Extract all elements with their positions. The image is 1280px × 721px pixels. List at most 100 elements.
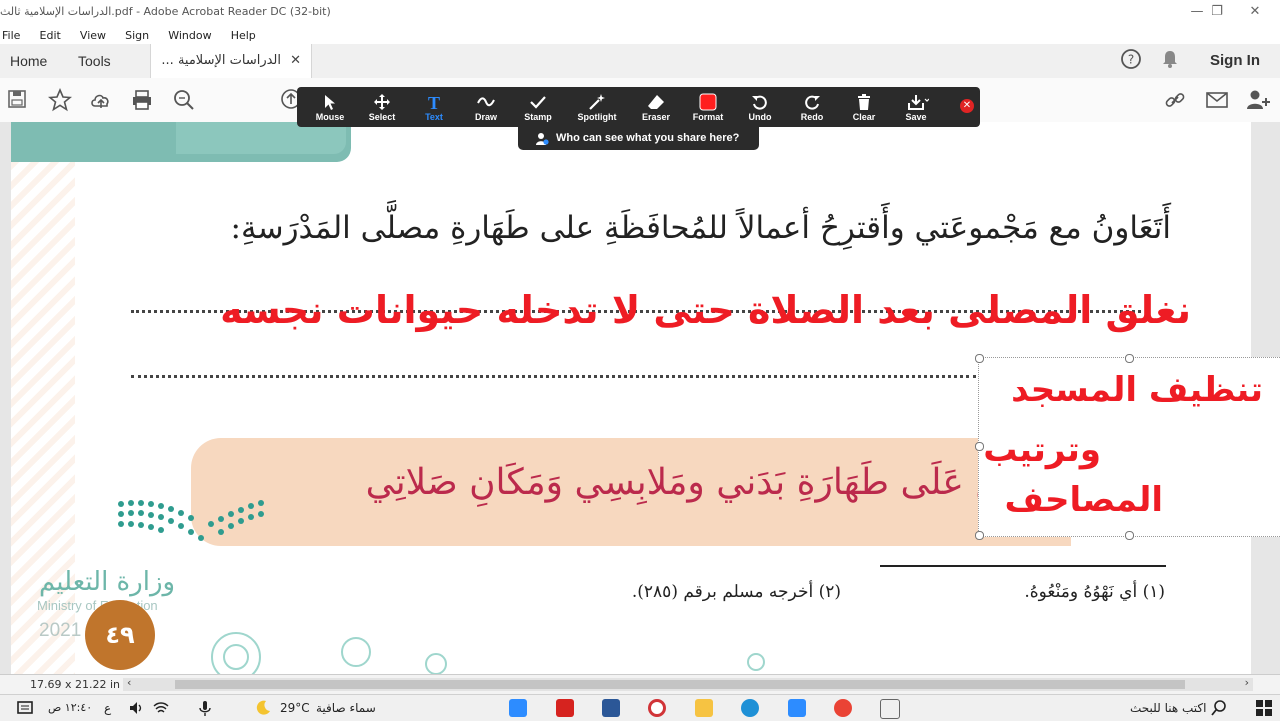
answer-dotted-line-2 — [131, 375, 976, 378]
menu-help[interactable]: Help — [231, 27, 256, 45]
svg-text:?: ? — [1128, 53, 1134, 67]
weather-temperature[interactable]: 29°C — [280, 701, 310, 715]
scroll-left-icon[interactable]: ‹ — [127, 676, 131, 689]
close-annotation-icon[interactable]: ✕ — [960, 99, 974, 113]
textbox-line-2: وترتيب — [983, 430, 1101, 470]
text-tool[interactable]: T Text — [409, 91, 459, 125]
screen-annotation-toolbar: Mouse Select T Text Draw Stamp Spotlight… — [297, 87, 980, 127]
taskbar-search-box[interactable]: اكتب هنا للبحث — [1130, 701, 1206, 715]
clock-time[interactable]: ١٢:٤٠ ص — [48, 701, 92, 714]
people-icon — [536, 133, 549, 145]
scroll-right-icon[interactable]: › — [1245, 676, 1249, 689]
window-title: الدراسات الإسلامية ثالث.pdf - Adobe Acro… — [0, 5, 331, 18]
menu-file[interactable]: File — [2, 27, 20, 45]
close-window-button[interactable]: ✕ — [1240, 2, 1270, 22]
undo-tool[interactable]: Undo — [735, 91, 785, 125]
clear-tool[interactable]: Clear — [839, 91, 889, 125]
weather-condition[interactable]: سماء صافية — [316, 701, 376, 715]
svg-text:T: T — [428, 93, 440, 111]
checkmark-icon — [530, 96, 546, 109]
scrollbar-thumb[interactable] — [175, 680, 1185, 689]
network-icon[interactable] — [152, 699, 170, 717]
window-titlebar: الدراسات الإسلامية ثالث.pdf - Adobe Acro… — [0, 0, 1280, 25]
mouse-tool[interactable]: Mouse — [305, 91, 355, 125]
upload-cloud-icon[interactable] — [89, 88, 113, 112]
edge-browser-icon[interactable] — [741, 699, 759, 717]
move-arrows-icon — [374, 94, 390, 110]
share-link-icon[interactable] — [1163, 88, 1187, 112]
resize-handle[interactable] — [975, 442, 984, 451]
resize-handle[interactable] — [1125, 354, 1134, 363]
resize-handle[interactable] — [975, 354, 984, 363]
decorative-rosettes — [211, 632, 765, 674]
resize-handle[interactable] — [975, 531, 984, 540]
tab-tools[interactable]: Tools — [78, 44, 111, 78]
footnote-separator — [880, 565, 1166, 567]
draw-tool[interactable]: Draw — [461, 91, 511, 125]
eraser-icon — [648, 95, 664, 109]
color-swatch-icon — [699, 93, 717, 111]
stamp-tool[interactable]: Stamp — [513, 91, 563, 125]
share-visibility-notice[interactable]: Who can see what you share here? — [518, 127, 759, 150]
resize-handle[interactable] — [1125, 531, 1134, 540]
format-tool[interactable]: Format — [683, 91, 733, 125]
word-app-icon[interactable] — [602, 699, 620, 717]
zoom-app-icon[interactable] — [509, 699, 527, 717]
annotation-textbox[interactable]: تنظيف المسجد وترتيب المصاحف — [975, 354, 1280, 540]
squiggle-icon — [477, 97, 495, 107]
page-number-badge: ٤٩ — [85, 600, 155, 670]
input-language[interactable]: ع — [104, 701, 111, 715]
textbox-line-1: تنظيف المسجد — [1011, 370, 1263, 410]
undo-icon — [752, 95, 767, 110]
tab-document-label: الدراسات الإسلامية ... — [161, 53, 281, 68]
spotlight-tool[interactable]: Spotlight — [572, 91, 622, 125]
textbox-line-3: المصاحف — [1004, 480, 1163, 520]
acrobat-app-icon[interactable] — [556, 699, 574, 717]
tab-home[interactable]: Home — [10, 44, 47, 78]
footnote-1: (١) أي نَهْوُهُ ومَنْعُوهُ. — [1024, 582, 1165, 602]
tabs-bar: Home Tools الدراسات الإسلامية ... ✕ ? Si… — [0, 44, 1280, 79]
handwritten-answer-1: نغلق المصلى بعد الصلاة حتى لا تدخله حيوا… — [220, 288, 1191, 332]
value-banner: أحرِصُ عَلَى طَهَارَةِ بَدَني ومَلابِسِي… — [191, 438, 1071, 546]
menu-view[interactable]: View — [80, 27, 106, 45]
close-tab-icon[interactable]: ✕ — [290, 44, 301, 78]
menu-window[interactable]: Window — [168, 27, 211, 45]
trash-icon — [858, 94, 870, 110]
microphone-icon[interactable] — [196, 699, 214, 717]
task-view-icon[interactable] — [880, 699, 900, 719]
tab-document[interactable]: الدراسات الإسلامية ... ✕ — [150, 44, 312, 78]
volume-icon[interactable] — [128, 699, 146, 717]
sign-in-button[interactable]: Sign In — [1210, 44, 1260, 78]
save-icon[interactable] — [6, 88, 30, 112]
redo-tool[interactable]: Redo — [787, 91, 837, 125]
zoom-meeting-icon[interactable] — [788, 699, 806, 717]
cursor-arrow-icon — [325, 95, 335, 110]
select-tool[interactable]: Select — [357, 91, 407, 125]
notifications-bell-icon[interactable] — [1160, 48, 1180, 74]
horizontal-scrollbar[interactable]: ‹ › — [123, 676, 1253, 691]
start-windows-icon[interactable] — [1255, 699, 1273, 717]
maximize-button[interactable]: ❐ — [1202, 2, 1232, 22]
add-user-icon[interactable] — [1245, 88, 1270, 112]
menu-sign[interactable]: Sign — [125, 27, 149, 45]
status-bar: 17.69 x 21.22 in ‹ › — [0, 674, 1280, 695]
email-icon[interactable] — [1205, 88, 1229, 112]
notifications-icon[interactable] — [16, 699, 34, 717]
page-size-readout: 17.69 x 21.22 in — [30, 678, 121, 691]
file-explorer-icon[interactable] — [695, 699, 713, 717]
menu-edit[interactable]: Edit — [40, 27, 61, 45]
record-app-icon[interactable] — [648, 699, 666, 717]
ministry-name-arabic: وزارة التعليم — [39, 567, 176, 597]
chrome-browser-icon[interactable] — [834, 699, 852, 717]
weather-moon-icon — [254, 699, 272, 717]
text-t-icon: T — [428, 93, 440, 111]
save-tool[interactable]: Save — [891, 91, 941, 125]
help-icon[interactable]: ? — [1120, 48, 1142, 74]
activity-heading: أَتَعَاونُ مع مَجْموعَتي وأَقترِحُ أعمال… — [230, 210, 1171, 246]
search-icon[interactable] — [1210, 699, 1228, 717]
redo-icon — [805, 95, 820, 110]
print-icon[interactable] — [130, 88, 154, 112]
zoom-search-icon[interactable] — [172, 88, 196, 112]
eraser-tool[interactable]: Eraser — [631, 91, 681, 125]
star-bookmark-icon[interactable] — [47, 87, 73, 112]
